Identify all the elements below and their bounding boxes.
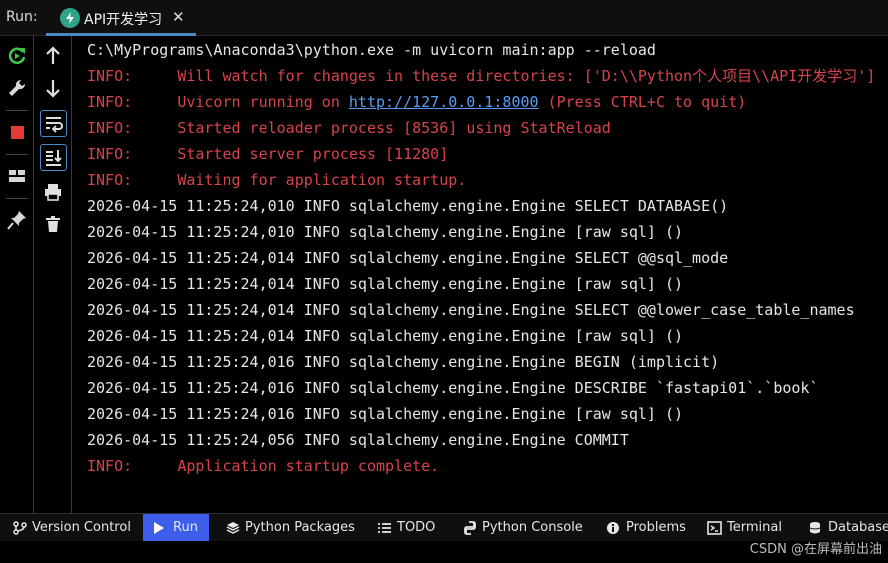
tab-todo[interactable]: TODO: [377, 514, 441, 541]
info-message-suffix: (Press CTRL+C to quit): [538, 93, 747, 111]
info-line: INFO: Waiting for application startup.: [87, 167, 466, 193]
info-prefix: INFO:: [87, 457, 133, 475]
soft-wrap-icon[interactable]: [40, 110, 67, 137]
info-message: Application startup complete.: [177, 457, 440, 475]
rerun-icon[interactable]: [5, 44, 29, 68]
watermark: CSDN @在屏幕前出油: [749, 542, 882, 557]
info-prefix: INFO:: [87, 119, 133, 137]
toolbar-separator: [6, 154, 28, 155]
log-line: 2026-04-15 11:25:24,014 INFO sqlalchemy.…: [87, 327, 684, 345]
tab-label: TODO: [397, 520, 436, 535]
run-label: Run:: [6, 9, 38, 25]
info-prefix: INFO:: [87, 93, 133, 111]
info-message: Started reloader process [8536] using St…: [177, 119, 611, 137]
database-icon: [809, 522, 821, 534]
log-line: 2026-04-15 11:25:24,016 INFO sqlalchemy.…: [87, 353, 720, 371]
log-line: 2026-04-15 11:25:24,010 INFO sqlalchemy.…: [87, 223, 684, 241]
info-icon: [607, 522, 619, 534]
run-tool-strip: [0, 36, 34, 513]
tab-database[interactable]: Database: [808, 514, 888, 541]
tab-label: Python Packages: [245, 520, 355, 535]
stop-icon[interactable]: [5, 120, 29, 144]
log-line: 2026-04-15 11:25:24,014 INFO sqlalchemy.…: [87, 249, 729, 267]
arrow-up-icon[interactable]: [41, 44, 65, 68]
info-prefix: INFO:: [87, 171, 133, 189]
tab-label: Version Control: [32, 520, 131, 535]
tool-window-bar: Version Control Run Python Packages TODO…: [0, 513, 888, 541]
tab-label: Problems: [626, 520, 686, 535]
log-line: 2026-04-15 11:25:24,056 INFO sqlalchemy.…: [87, 431, 629, 449]
info-message: Started server process [11280]: [177, 145, 449, 163]
close-icon[interactable]: ✕: [172, 8, 185, 26]
info-message: Will watch for changes in these director…: [177, 67, 876, 85]
tab-terminal[interactable]: Terminal: [707, 514, 783, 541]
tab-problems[interactable]: Problems: [606, 514, 686, 541]
list-icon: [378, 523, 391, 533]
info-line: INFO: Application startup complete.: [87, 453, 439, 479]
info-line: INFO: Uvicorn running on http://127.0.0.…: [87, 89, 746, 115]
log-line: 2026-04-15 11:25:24,010 INFO sqlalchemy.…: [87, 197, 729, 215]
info-line: INFO: Started server process [11280]: [87, 141, 448, 167]
tab-python-packages[interactable]: Python Packages: [225, 514, 357, 541]
server-url-link[interactable]: http://127.0.0.1:8000: [349, 93, 539, 111]
python-run-icon: [60, 8, 80, 28]
layout-icon[interactable]: [5, 164, 29, 188]
log-line: 2026-04-15 11:25:24,016 INFO sqlalchemy.…: [87, 405, 684, 423]
print-icon[interactable]: [41, 180, 65, 204]
tab-title: API开发学习: [84, 12, 163, 28]
run-toolbar: Run: API开发学习 ✕: [0, 0, 888, 36]
python-icon: [464, 521, 476, 535]
toolbar-separator: [6, 198, 28, 199]
terminal-icon: [707, 521, 722, 535]
wrench-icon[interactable]: [5, 76, 29, 100]
tab-label: Python Console: [482, 520, 583, 535]
tab-label: Database: [828, 520, 888, 535]
info-line: INFO: Started reloader process [8536] us…: [87, 115, 611, 141]
tab-version-control[interactable]: Version Control: [12, 514, 136, 541]
log-line: 2026-04-15 11:25:24,014 INFO sqlalchemy.…: [87, 275, 684, 293]
tab-python-console[interactable]: Python Console: [462, 514, 584, 541]
info-message: Uvicorn running on: [177, 93, 349, 111]
pin-icon[interactable]: [5, 208, 29, 232]
info-prefix: INFO:: [87, 145, 133, 163]
branch-icon: [13, 521, 27, 535]
console-output[interactable]: C:\MyPrograms\Anaconda3\python.exe -m uv…: [72, 36, 888, 513]
info-prefix: INFO:: [87, 67, 133, 85]
info-line: INFO: Will watch for changes in these di…: [87, 63, 875, 89]
toolbar-separator: [6, 110, 28, 111]
info-message: Waiting for application startup.: [177, 171, 467, 189]
console-tool-strip: [34, 36, 72, 513]
log-line: 2026-04-15 11:25:24,016 INFO sqlalchemy.…: [87, 379, 819, 397]
trash-icon[interactable]: [41, 212, 65, 236]
tab-run-config[interactable]: API开发学习 ✕: [46, 4, 196, 36]
packages-icon: [226, 522, 240, 534]
tab-label: Run: [173, 520, 198, 535]
tab-run[interactable]: Run: [143, 514, 209, 541]
log-line: 2026-04-15 11:25:24,014 INFO sqlalchemy.…: [87, 301, 855, 319]
tab-label: Terminal: [727, 520, 782, 535]
scroll-to-end-icon[interactable]: [40, 144, 67, 171]
command-line: C:\MyPrograms\Anaconda3\python.exe -m uv…: [87, 41, 656, 59]
play-icon: [154, 522, 164, 534]
arrow-down-icon[interactable]: [41, 76, 65, 100]
